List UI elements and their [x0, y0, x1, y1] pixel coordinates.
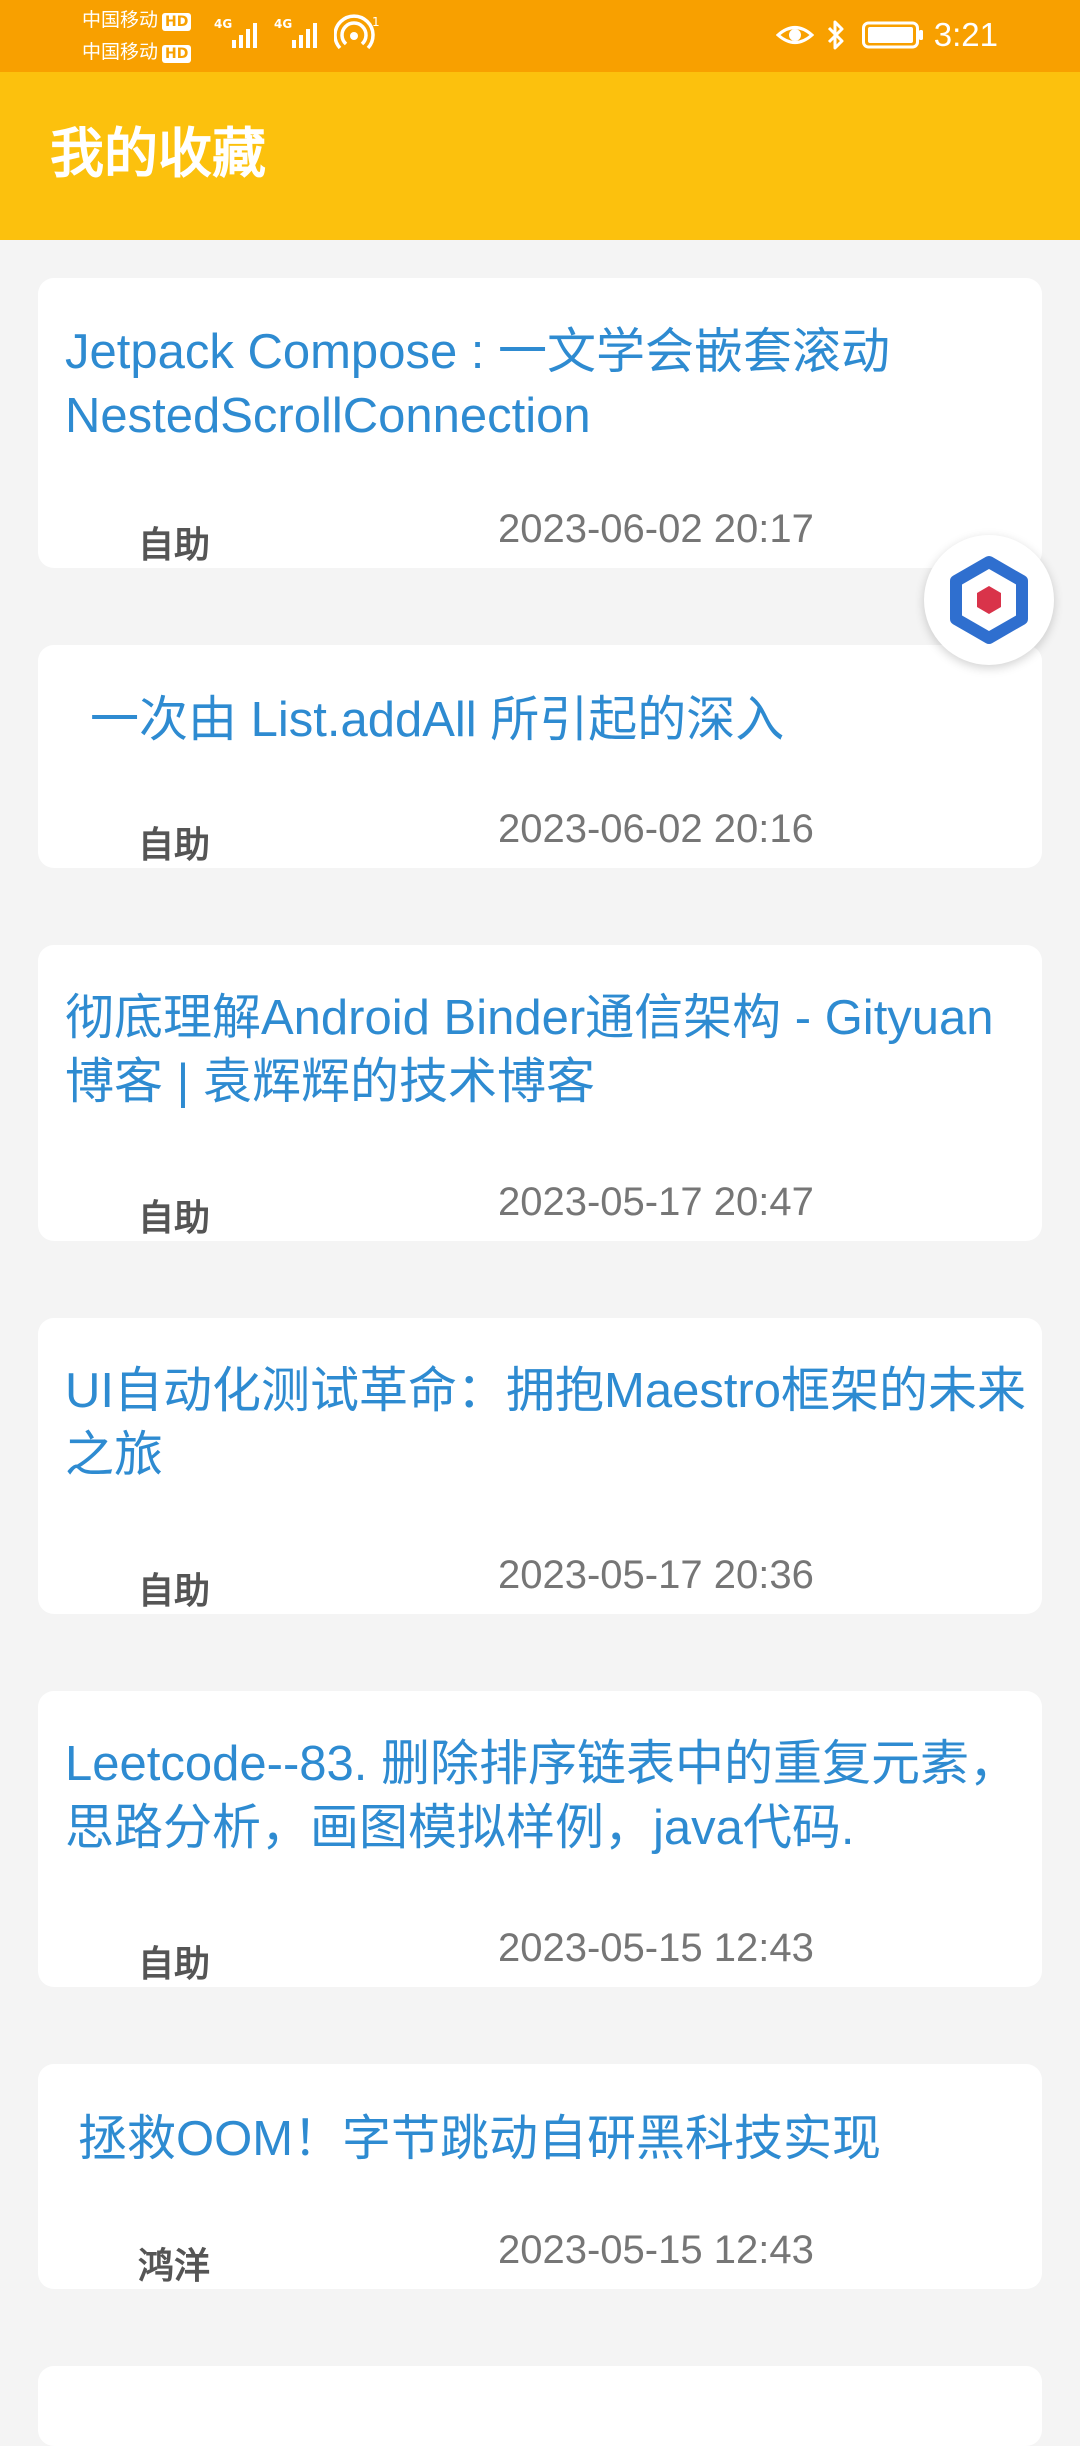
carrier-name-2: 中国移动 [82, 41, 159, 63]
signal-4g-icon-2: 4G [274, 17, 317, 48]
favorite-card[interactable]: 一次由 List.addAll 所引起的深入 自助 2023-06-02 20:… [38, 645, 1042, 868]
favorite-title[interactable]: UI自动化测试革命：拥抱Maestro框架的未来之旅 [65, 1359, 1032, 1487]
eye-icon [775, 26, 814, 44]
signal-4g-icon: 4G [214, 17, 257, 48]
favorite-card[interactable]: 拯救OOM！字节跳动自研黑科技实现 鸿洋 2023-05-15 12:43 [38, 2064, 1042, 2289]
floating-assist-button[interactable] [924, 535, 1054, 665]
favorite-author: 自助 [138, 1944, 211, 1985]
favorite-author: 鸿洋 [138, 2246, 211, 2287]
favorite-author: 自助 [138, 1571, 211, 1612]
favorite-title[interactable]: 拯救OOM！字节跳动自研黑科技实现 [78, 2107, 1032, 2171]
svg-text:4G: 4G [274, 17, 292, 31]
favorite-title[interactable]: 彻底理解Android Binder通信架构 - Gityuan博客 | 袁辉辉… [65, 986, 1032, 1114]
carrier-label-2: 中国移动 HD [82, 41, 192, 63]
status-bar: 中国移动 HD 中国移动 HD 4G 4G 1 3:21 [0, 0, 1080, 72]
hotspot-icon: 1 [334, 14, 380, 50]
favorite-title[interactable]: 一次由 List.addAll 所引起的深入 [90, 688, 1032, 752]
page-title: 我的收藏 [50, 122, 266, 185]
favorite-title[interactable]: Jetpack Compose : 一文学会嵌套滚动NestedScrollCo… [65, 320, 1032, 448]
favorite-card[interactable]: UI自动化测试革命：拥抱Maestro框架的未来之旅 自助 2023-05-17… [38, 1318, 1042, 1614]
favorite-date: 2023-05-17 20:47 [498, 1180, 814, 1224]
battery-icon [861, 21, 923, 49]
favorite-date: 2023-05-15 12:43 [498, 2228, 814, 2272]
favorite-date: 2023-06-02 20:17 [498, 507, 814, 551]
hd-badge-2: HD [162, 45, 192, 63]
favorite-card-partial[interactable] [38, 2366, 1042, 2446]
carrier-name-1: 中国移动 [82, 9, 159, 31]
svg-text:1: 1 [372, 15, 380, 29]
favorite-author: 自助 [138, 825, 211, 866]
hd-badge-1: HD [162, 13, 192, 31]
status-right-group: 3:21 [775, 12, 998, 58]
favorite-card[interactable]: Jetpack Compose : 一文学会嵌套滚动NestedScrollCo… [38, 278, 1042, 568]
favorite-author: 自助 [138, 525, 211, 566]
favorite-card[interactable]: 彻底理解Android Binder通信架构 - Gityuan博客 | 袁辉辉… [38, 945, 1042, 1241]
favorite-title[interactable]: Leetcode--83. 删除排序链表中的重复元素，思路分析，画图模拟样例，j… [65, 1732, 1032, 1860]
favorite-date: 2023-05-17 20:36 [498, 1553, 814, 1597]
hexagon-logo-icon [950, 556, 1028, 644]
favorite-card[interactable]: Leetcode--83. 删除排序链表中的重复元素，思路分析，画图模拟样例，j… [38, 1691, 1042, 1987]
favorite-author: 自助 [138, 1198, 211, 1239]
carrier-label-1: 中国移动 HD [82, 9, 192, 31]
status-time: 3:21 [933, 16, 998, 53]
favorite-date: 2023-06-02 20:16 [498, 807, 814, 851]
favorite-date: 2023-05-15 12:43 [498, 1926, 814, 1970]
bluetooth-icon [827, 20, 844, 50]
app-bar: 我的收藏 [0, 72, 1080, 240]
svg-text:4G: 4G [214, 17, 232, 31]
